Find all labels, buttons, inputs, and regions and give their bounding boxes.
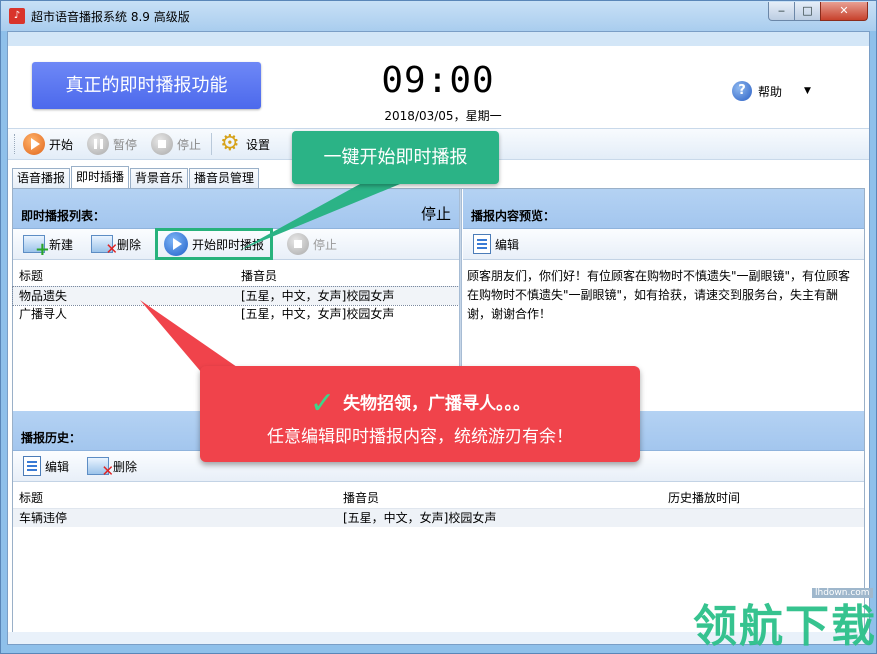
watermark-url: lhdown.com (812, 588, 873, 598)
callout-one-click: 一键开始即时播报 (292, 131, 499, 184)
green-callout-pointer (240, 184, 400, 250)
checkmark-icon: ✓ (309, 386, 336, 421)
callout-line-1: ✓ 失物招领，广播寻人。。。 (200, 386, 640, 421)
callout-feature: ✓ 失物招领，广播寻人。。。 任意编辑即时播报内容，统统游刃有余！ (200, 366, 640, 462)
watermark: 领航下载 (693, 601, 877, 652)
callout-line-1-text: 失物招领，广播寻人。。。 (343, 394, 531, 414)
callout-line-2: 任意编辑即时播报内容，统统游刃有余！ (267, 427, 573, 447)
callout-arrows (140, 184, 400, 406)
